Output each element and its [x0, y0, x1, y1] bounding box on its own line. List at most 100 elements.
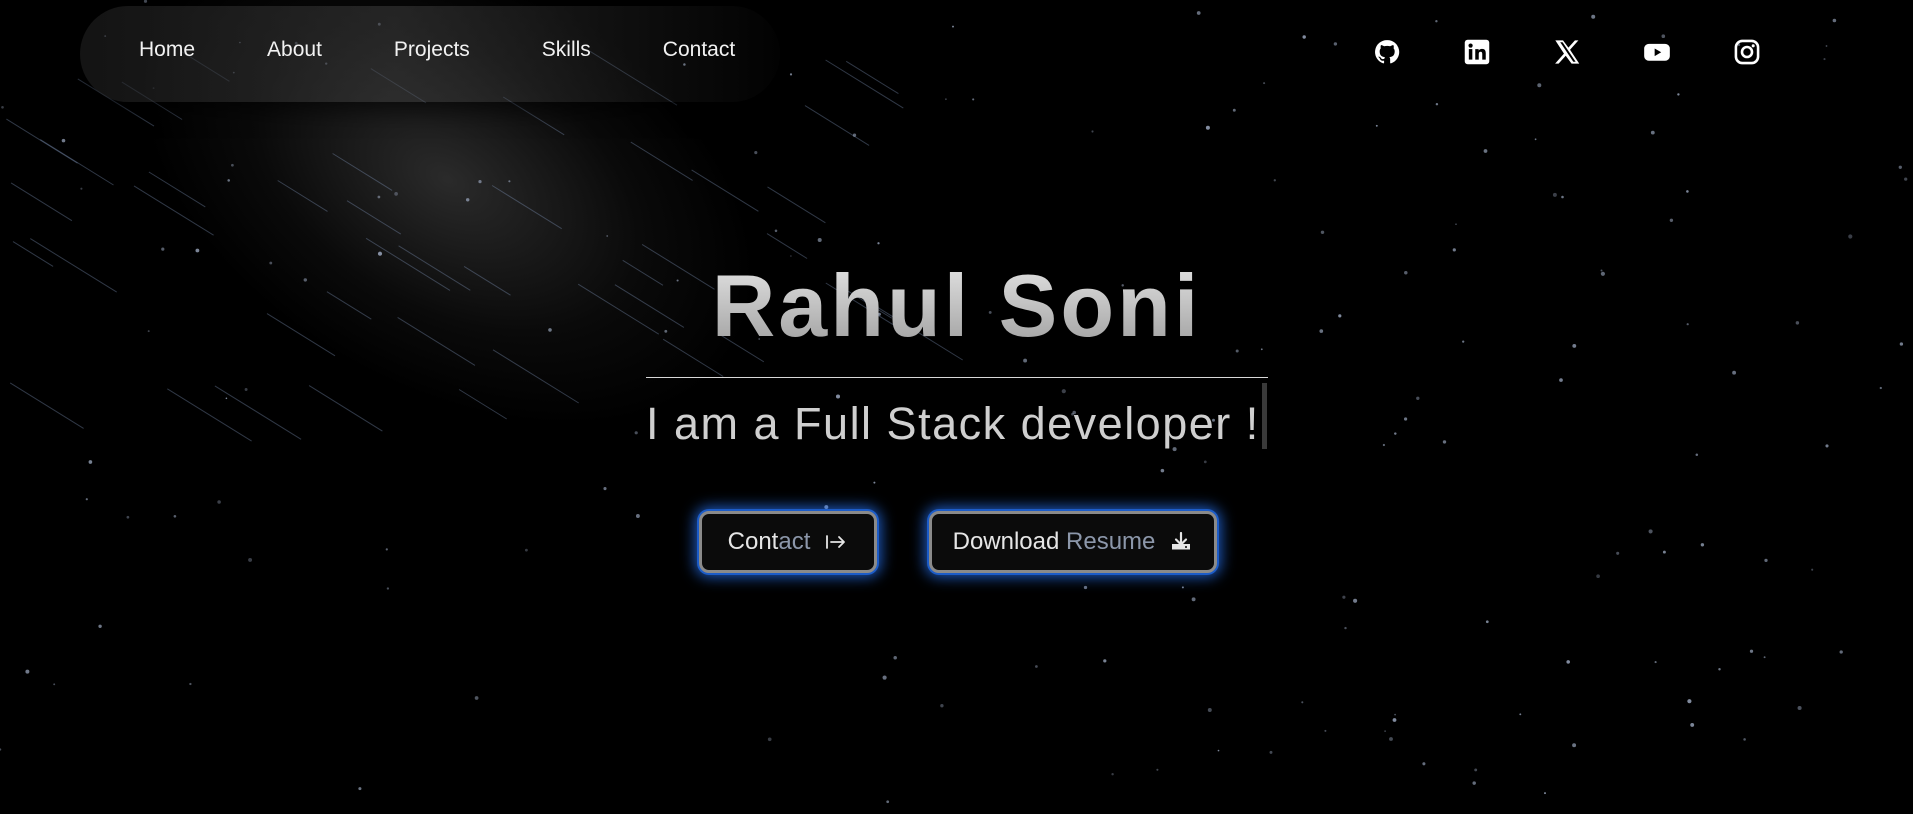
star — [1483, 149, 1488, 153]
star — [1654, 661, 1657, 664]
star — [1384, 730, 1386, 732]
star — [1764, 558, 1768, 563]
star — [1566, 660, 1570, 664]
star — [1839, 650, 1843, 654]
star — [1422, 762, 1426, 766]
star — [852, 133, 857, 137]
star — [1394, 713, 1396, 716]
hero-divider — [646, 377, 1268, 378]
star — [1217, 749, 1220, 752]
download-resume-label: Download Resume — [952, 528, 1156, 555]
star — [1474, 768, 1478, 772]
star — [754, 151, 758, 155]
star — [1392, 718, 1397, 722]
star — [1811, 568, 1814, 571]
shooting-star — [167, 388, 252, 442]
linkedin-icon[interactable] — [1463, 38, 1491, 66]
star — [1718, 667, 1721, 671]
hero-tagline: I am a Full Stack developer ! — [646, 398, 1260, 449]
star — [1472, 781, 1476, 785]
star — [1519, 713, 1522, 716]
star — [1848, 234, 1853, 239]
shooting-star — [6, 118, 78, 164]
star — [1686, 190, 1689, 193]
star — [1544, 792, 1546, 795]
star — [465, 198, 470, 202]
star — [1344, 626, 1347, 630]
star — [873, 481, 876, 484]
star — [767, 737, 772, 742]
star — [1879, 386, 1882, 390]
star — [1687, 699, 1692, 704]
star — [358, 787, 362, 791]
star — [1269, 750, 1273, 754]
star — [1648, 529, 1653, 534]
shooting-star — [502, 96, 565, 136]
star — [1677, 93, 1680, 96]
star — [1196, 11, 1201, 15]
nav-link-projects[interactable]: Projects — [394, 38, 470, 62]
star — [478, 179, 482, 184]
nav-link-skills[interactable]: Skills — [542, 38, 591, 62]
star — [1559, 378, 1563, 382]
nav-link-contact[interactable]: Contact — [663, 38, 735, 62]
star — [1452, 248, 1456, 252]
star — [1650, 130, 1655, 135]
star — [1435, 102, 1439, 106]
shooting-star — [825, 59, 904, 109]
star — [1455, 223, 1457, 226]
star — [1662, 550, 1666, 554]
star — [1534, 138, 1537, 141]
star — [217, 500, 221, 504]
star — [1743, 738, 1746, 741]
star — [1485, 620, 1489, 624]
youtube-icon[interactable] — [1643, 38, 1671, 66]
star — [189, 682, 192, 686]
star — [606, 235, 609, 237]
star — [0, 748, 2, 751]
contact-button[interactable]: Contact — [699, 511, 877, 573]
star — [85, 498, 88, 501]
star — [225, 397, 228, 400]
star — [1083, 585, 1088, 590]
shooting-star — [10, 182, 73, 222]
star — [1404, 417, 1408, 421]
x-icon[interactable] — [1553, 38, 1581, 66]
star — [1904, 177, 1908, 181]
star — [1263, 82, 1266, 85]
social-links — [1373, 38, 1761, 66]
star — [1616, 551, 1620, 555]
star — [1205, 125, 1210, 130]
star — [1156, 768, 1159, 771]
star — [1382, 443, 1386, 447]
star — [25, 669, 30, 674]
shooting-star — [148, 171, 206, 208]
star — [1191, 597, 1196, 602]
star — [1160, 468, 1165, 473]
nav-link-about[interactable]: About — [267, 38, 322, 62]
star — [1700, 543, 1705, 547]
shooting-star — [804, 105, 870, 146]
star — [508, 180, 511, 183]
download-resume-button[interactable]: Download Resume — [929, 511, 1217, 573]
instagram-icon[interactable] — [1733, 38, 1761, 66]
star — [1232, 108, 1236, 112]
star — [1552, 192, 1557, 197]
nav-link-home[interactable]: Home — [139, 38, 195, 62]
star — [474, 696, 479, 700]
download-icon — [1172, 531, 1191, 550]
star — [1207, 708, 1212, 712]
star — [1302, 35, 1306, 39]
star — [1342, 595, 1346, 599]
star — [1, 105, 4, 109]
github-icon[interactable] — [1373, 38, 1401, 66]
star — [524, 548, 528, 552]
star — [386, 587, 390, 590]
shooting-star — [492, 349, 579, 404]
star — [1749, 649, 1754, 653]
star — [61, 138, 66, 143]
star — [893, 656, 897, 660]
shooting-star — [691, 169, 759, 212]
star — [1320, 230, 1325, 235]
hero-name: Rahul Soni — [0, 255, 1913, 357]
